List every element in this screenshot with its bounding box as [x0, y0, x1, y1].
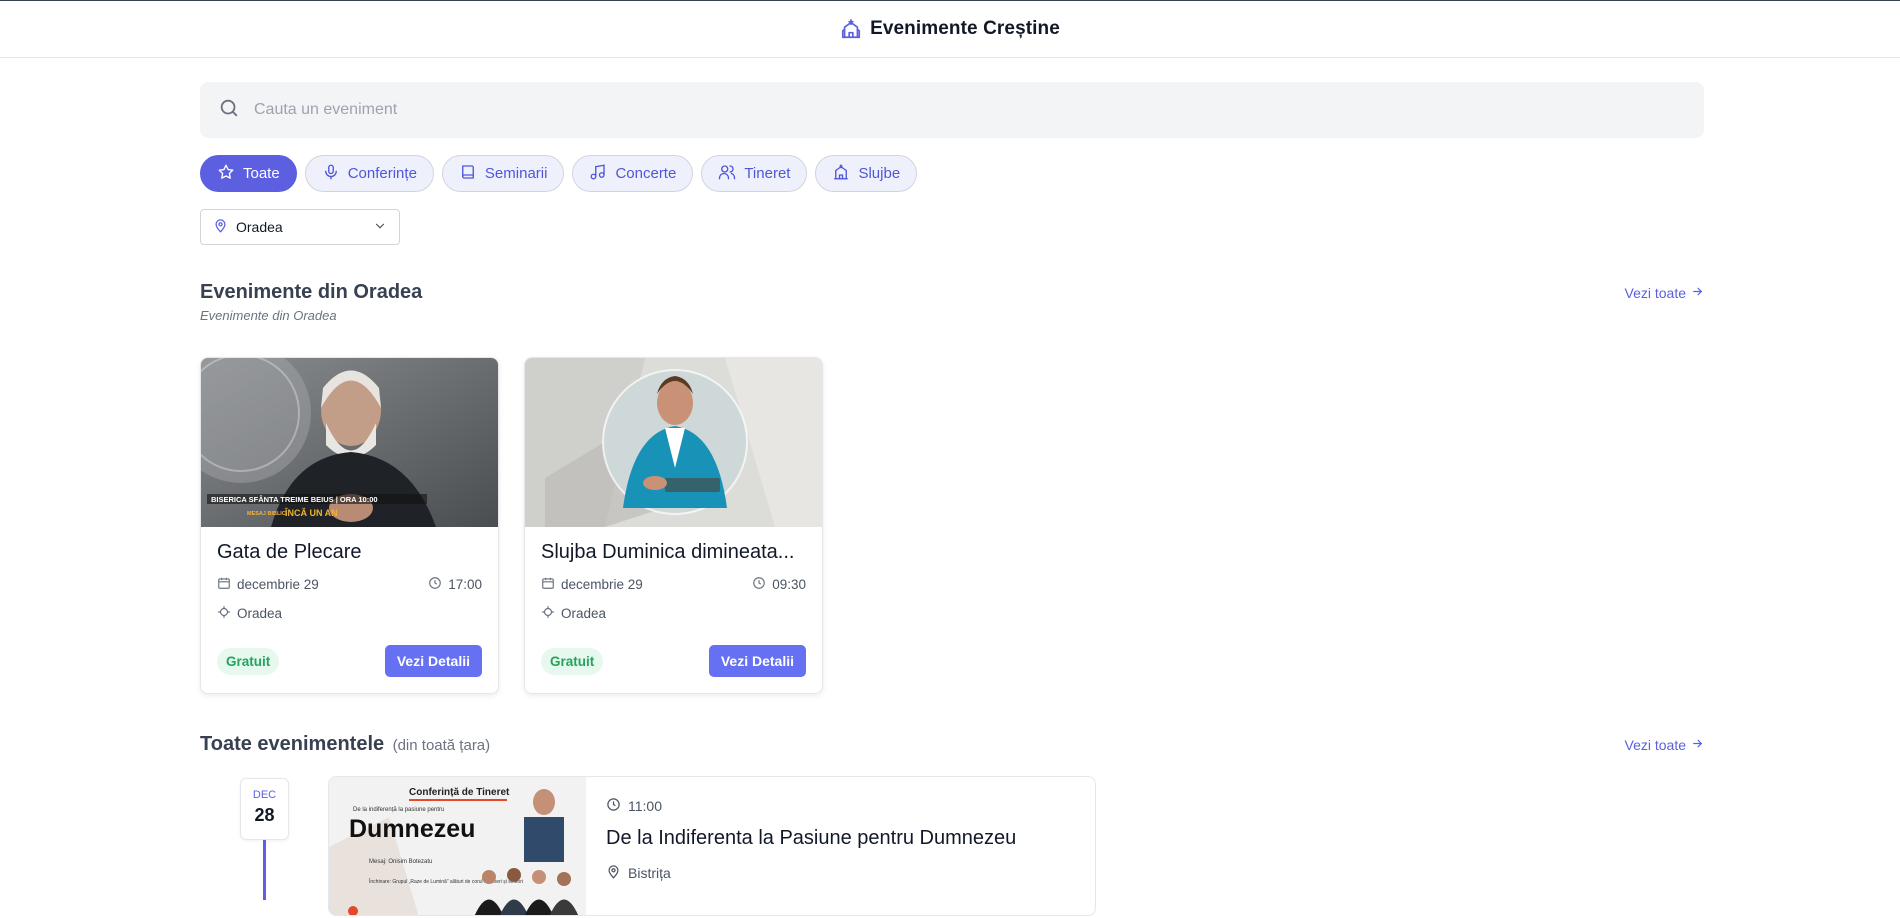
event-time: 17:00: [428, 576, 482, 593]
event-title[interactable]: Gata de Plecare: [217, 541, 482, 564]
calendar-icon: [541, 576, 555, 593]
category-chip-tineret[interactable]: Tineret: [701, 155, 808, 192]
search-icon: [218, 97, 240, 124]
church-icon: [840, 18, 862, 40]
image-caption: MESAJ BIBLIC:: [247, 511, 288, 517]
see-all-link[interactable]: Vezi toate: [1625, 285, 1705, 301]
event-date: decembrie 29: [541, 576, 643, 593]
event-time-text: 09:30: [772, 577, 806, 592]
details-button[interactable]: Vezi Detalii: [708, 645, 806, 677]
map-pin-icon: [213, 218, 228, 236]
event-card[interactable]: BISERICA SFÂNTA TREIME BEIUS | ORA 10:00…: [200, 357, 499, 694]
event-time-text: 11:00: [628, 798, 662, 814]
date-day: 28: [254, 805, 275, 825]
event-location: Bistrița: [606, 864, 671, 882]
local-events-header: Evenimente din Oradea Evenimente din Ora…: [200, 281, 1704, 323]
event-card[interactable]: Slujba Duminica dimineata... decembrie 2…: [524, 357, 823, 694]
category-chip-conferinte[interactable]: Conferințe: [304, 155, 434, 192]
category-chip-seminarii[interactable]: Seminarii: [441, 155, 565, 192]
event-image: [525, 358, 822, 527]
see-all-label: Vezi toate: [1624, 285, 1687, 301]
music-note-icon: [589, 163, 607, 185]
event-time-text: 17:00: [448, 577, 482, 592]
category-chip-label: Concerte: [615, 165, 677, 182]
site-title[interactable]: Evenimente Creștine: [870, 18, 1060, 40]
microphone-icon: [322, 163, 340, 185]
poster-line: Mesaj: Onisim Botezatu: [369, 859, 432, 865]
category-filters: Toate Conferințe Seminarii Concerte Tine…: [200, 155, 1704, 192]
image-caption: ÎNCĂ UN AN: [284, 507, 338, 518]
search-bar[interactable]: [200, 82, 1704, 138]
event-location-text: Oradea: [561, 606, 607, 621]
arrow-right-icon: [1691, 285, 1704, 301]
event-location-text: Bistrița: [628, 865, 671, 881]
book-icon: [459, 163, 477, 185]
poster-heading: Conferință de Tineret: [409, 787, 510, 798]
section-subtitle: Evenimente din Oradea: [200, 308, 337, 323]
price-badge: Gratuit: [217, 647, 280, 675]
category-chip-slujbe[interactable]: Slujbe: [815, 155, 918, 192]
see-all-link[interactable]: Vezi toate: [1625, 737, 1705, 753]
star-icon: [217, 163, 235, 185]
calendar-icon: [217, 576, 231, 593]
timeline-line: [263, 840, 266, 900]
category-chip-toate[interactable]: Toate: [200, 155, 297, 192]
event-location: Oradea: [541, 605, 606, 622]
event-date: decembrie 29: [217, 576, 319, 593]
category-chip-label: Conferințe: [347, 165, 417, 182]
event-image: BISERICA SFÂNTA TREIME BEIUS | ORA 10:00…: [201, 358, 498, 527]
clock-icon: [752, 576, 766, 593]
category-chip-label: Tineret: [744, 165, 791, 182]
event-location-text: Oradea: [237, 606, 283, 621]
map-pin-icon: [606, 864, 621, 882]
section-title: Evenimente din Oradea: [200, 281, 423, 303]
event-title[interactable]: Slujba Duminica dimineata...: [541, 541, 806, 564]
event-date-text: decembrie 29: [237, 577, 319, 592]
all-events-header: Toate evenimentele (din toată țara) Vezi…: [200, 733, 1704, 756]
section-subtitle: (din toată țara): [392, 737, 491, 754]
location-crosshair-icon: [541, 605, 555, 622]
event-time: 11:00: [606, 797, 662, 815]
event-date-box: DEC 28: [240, 778, 289, 840]
clock-icon: [428, 576, 442, 593]
poster-main: Dumnezeu: [349, 815, 475, 843]
church-icon: [832, 163, 850, 185]
event-poster: Conferință de Tineret De la indiferență …: [329, 777, 586, 915]
event-title[interactable]: De la Indiferenta la Pasiune pentru Dumn…: [606, 827, 1016, 850]
category-chip-label: Toate: [243, 165, 280, 182]
poster-line: Închinare: Grupul „Raze de Lumină” alătu…: [368, 878, 523, 885]
category-chip-label: Slujbe: [858, 165, 901, 182]
image-caption: BISERICA SFÂNTA TREIME BEIUS | ORA 10:00: [211, 495, 378, 504]
timeline-event-card[interactable]: Conferință de Tineret De la indiferență …: [328, 776, 1096, 916]
local-event-cards: BISERICA SFÂNTA TREIME BEIUS | ORA 10:00…: [200, 357, 1704, 694]
city-dropdown-value: Oradea: [236, 219, 283, 235]
poster-subheading: De la indiferență la pasiune pentru: [353, 807, 444, 813]
event-time: 09:30: [752, 576, 806, 593]
location-crosshair-icon: [217, 605, 231, 622]
users-icon: [718, 163, 736, 185]
arrow-right-icon: [1691, 737, 1704, 753]
search-input[interactable]: [254, 101, 1686, 119]
header-bar: Evenimente Creștine: [0, 0, 1900, 58]
see-all-label: Vezi toate: [1624, 737, 1687, 753]
event-location: Oradea: [217, 605, 282, 622]
date-month: DEC: [252, 789, 277, 801]
clock-icon: [606, 797, 621, 815]
section-title: Toate evenimentele: [200, 733, 385, 755]
category-chip-concerte[interactable]: Concerte: [572, 155, 694, 192]
event-date-text: decembrie 29: [561, 577, 643, 592]
city-dropdown[interactable]: Oradea: [200, 209, 400, 245]
category-chip-label: Seminarii: [484, 165, 548, 182]
price-badge: Gratuit: [541, 647, 604, 675]
details-button[interactable]: Vezi Detalii: [384, 645, 482, 677]
chevron-down-icon: [373, 219, 387, 236]
